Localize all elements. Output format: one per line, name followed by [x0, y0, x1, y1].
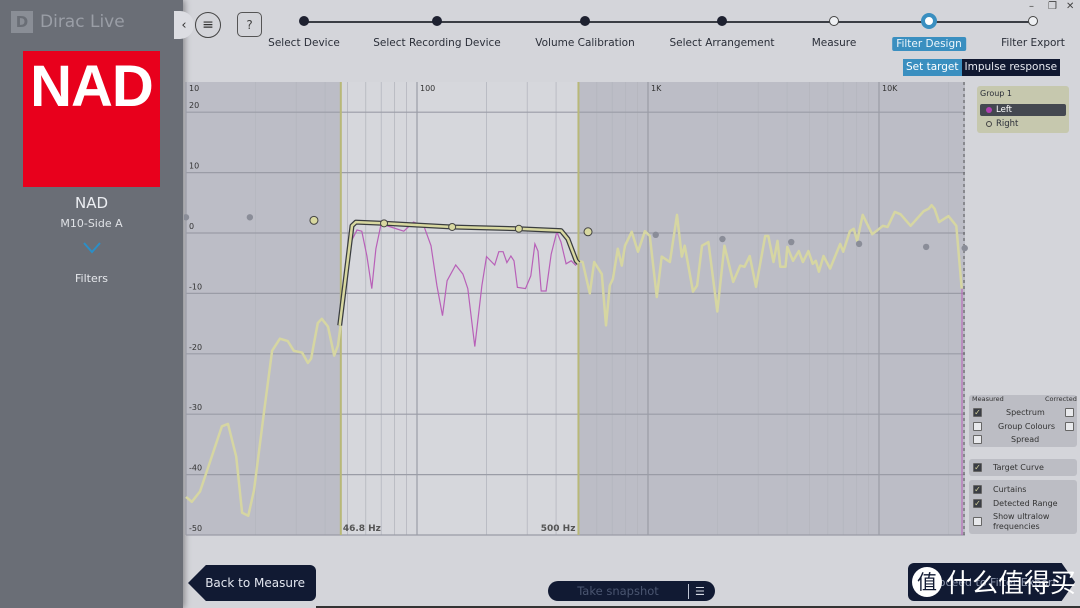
- close-icon[interactable]: ✕: [1066, 1, 1074, 12]
- group-colours-label: Group Colours: [998, 422, 1056, 431]
- target-handle[interactable]: [583, 227, 593, 237]
- step-label[interactable]: Volume Calibration: [535, 37, 635, 49]
- inactive-handle[interactable]: [922, 243, 930, 251]
- spectrum-label: Spectrum: [1006, 408, 1045, 417]
- tab-impulse-response[interactable]: Impulse response: [961, 59, 1061, 76]
- step-dot[interactable]: [922, 14, 936, 28]
- step-dot[interactable]: [829, 16, 839, 26]
- group-panel: Group 1 Left Right: [977, 86, 1069, 133]
- app-logo: D Dirac Live: [11, 11, 125, 33]
- y-tick-label: 20: [189, 101, 199, 110]
- y-tick-label: 0: [189, 222, 194, 231]
- right-dot-icon: [986, 121, 992, 127]
- step-dot[interactable]: [1028, 16, 1038, 26]
- step-dot[interactable]: [432, 16, 442, 26]
- y-tick-label: -10: [189, 282, 202, 291]
- group-title: Group 1: [980, 89, 1012, 98]
- help-button[interactable]: ?: [237, 12, 262, 37]
- group-item-label: Right: [996, 119, 1019, 129]
- brand-logo: NAD: [23, 51, 160, 187]
- group-item-right[interactable]: Right: [980, 116, 1066, 132]
- corrected-header: Corrected: [1045, 395, 1077, 403]
- ultralow-label: Show ultralow frequencies: [993, 512, 1050, 531]
- curtain-high-label: 500 Hz: [541, 524, 576, 534]
- spectrum-measured-checkbox[interactable]: ✓: [973, 408, 982, 417]
- measured-header: Measured: [972, 395, 1004, 403]
- inactive-handle[interactable]: [855, 240, 863, 248]
- x-tick-label: 100: [420, 84, 435, 93]
- inactive-handle[interactable]: [652, 231, 659, 239]
- y-tick-label: -40: [189, 464, 202, 473]
- x-tick-label: 1K: [651, 84, 662, 93]
- inactive-handle[interactable]: [961, 244, 968, 252]
- take-snapshot-button[interactable]: Take snapshot ☰: [548, 581, 715, 601]
- restore-icon[interactable]: ❐: [1048, 1, 1057, 12]
- target-curve-checkbox[interactable]: ✓: [973, 463, 982, 472]
- chevron-down-icon[interactable]: [83, 242, 101, 254]
- device-name: NAD: [74, 194, 109, 212]
- target-handle[interactable]: [380, 219, 389, 228]
- collapse-sidebar-button[interactable]: ‹: [174, 11, 194, 39]
- step-dot[interactable]: [580, 16, 590, 26]
- target-handle[interactable]: [309, 215, 319, 225]
- ultralow-checkbox[interactable]: [973, 517, 982, 526]
- menu-icon[interactable]: ≡: [195, 12, 221, 38]
- sidebar-item-filters[interactable]: Filters: [0, 272, 183, 285]
- curtain-high: [578, 82, 965, 535]
- spread-measured-checkbox[interactable]: [973, 435, 982, 444]
- group-item-label: Left: [996, 105, 1012, 115]
- device-model: M10-Side A: [60, 217, 123, 230]
- group-colours-measured-checkbox[interactable]: [973, 422, 982, 431]
- y-tick-label: -50: [189, 524, 202, 533]
- step-dot[interactable]: [717, 16, 727, 26]
- step-label[interactable]: Select Device: [268, 37, 340, 49]
- group-colours-corrected-checkbox[interactable]: [1065, 422, 1074, 431]
- inactive-handle[interactable]: [719, 235, 726, 243]
- y-tick-label: -20: [189, 343, 202, 352]
- sidebar: D Dirac Live NAD NAD M10-Side A Filters: [0, 0, 183, 608]
- spectrum-corrected-checkbox[interactable]: [1065, 408, 1074, 417]
- group-item-left[interactable]: Left: [980, 104, 1066, 116]
- inactive-handle[interactable]: [788, 238, 795, 246]
- filter-design-subtabs: Set target Impulse response: [903, 59, 1061, 76]
- step-label[interactable]: Select Arrangement: [669, 37, 774, 49]
- step-label[interactable]: Filter Design: [892, 37, 966, 51]
- spread-label: Spread: [1011, 435, 1040, 444]
- inactive-handle[interactable]: [246, 214, 254, 221]
- x-tick-label: 10: [189, 84, 199, 93]
- back-to-measure-button[interactable]: Back to Measure: [188, 565, 316, 601]
- detected-range-checkbox[interactable]: ✓: [973, 499, 982, 508]
- left-dot-icon: [986, 107, 992, 113]
- step-label[interactable]: Filter Export: [1001, 37, 1065, 49]
- curtains-checkbox[interactable]: ✓: [973, 485, 982, 494]
- list-icon[interactable]: ☰: [688, 583, 705, 599]
- frequency-response-chart[interactable]: 20100-10-20-30-40-5010 100 1K 10K46.8 Hz 500…: [184, 78, 968, 536]
- app-title: Dirac Live: [40, 12, 125, 32]
- y-tick-label: 10: [189, 162, 199, 171]
- proceed-to-filter-export-button[interactable]: Proceed to Filter Export: [908, 563, 1075, 601]
- target-curve-label: Target Curve: [993, 463, 1044, 472]
- curtains-label: Curtains: [993, 485, 1027, 494]
- x-tick-label: 10K: [882, 84, 898, 93]
- target-handle[interactable]: [448, 222, 457, 231]
- y-tick-label: -30: [189, 403, 202, 412]
- minimize-icon[interactable]: –: [1029, 1, 1034, 12]
- dirac-logo-icon: D: [11, 11, 33, 33]
- detected-range-label: Detected Range: [993, 499, 1058, 508]
- step-dot[interactable]: [299, 16, 309, 26]
- step-label[interactable]: Measure: [812, 37, 857, 49]
- target-handle[interactable]: [514, 224, 523, 233]
- curtain-low-label: 46.8 Hz: [343, 524, 381, 534]
- step-label[interactable]: Select Recording Device: [373, 37, 501, 49]
- tab-set-target[interactable]: Set target: [903, 59, 962, 76]
- snapshot-label: Take snapshot: [577, 584, 659, 598]
